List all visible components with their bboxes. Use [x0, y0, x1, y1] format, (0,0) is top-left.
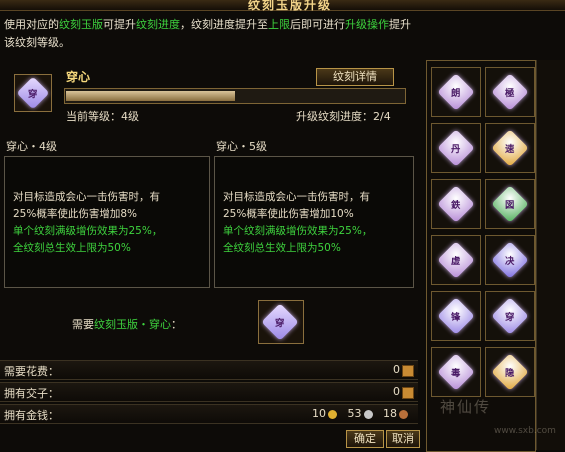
req-prefix: 需要	[72, 318, 94, 331]
level-4-header: 穿心・4级	[6, 140, 57, 153]
skill-icon-slot[interactable]: 穿	[14, 74, 52, 112]
rune-gem-icon: 鉄	[437, 185, 475, 223]
jiaozi-row: 拥有交子： 0	[0, 382, 418, 402]
req-item: 纹刻玉版・穿心	[94, 318, 171, 331]
gem-char: 穿	[28, 87, 38, 99]
gem-slot[interactable]: 决	[485, 235, 535, 285]
requirement-text: 需要纹刻玉版・穿心：	[72, 316, 182, 332]
jiaozi-icon	[402, 365, 414, 377]
gem-char: 虚	[451, 254, 461, 266]
rune-gem-icon: 丹	[437, 129, 475, 167]
instr-t7: 后即可进行	[290, 18, 345, 31]
progress-bar	[64, 88, 406, 104]
gem-slot[interactable]: 丹	[431, 123, 481, 173]
right-edge-panel	[536, 60, 565, 450]
instr-t5: ，纹刻进度提升至	[180, 18, 268, 31]
instr-t1: 使用对应的	[4, 18, 59, 31]
money-label: 拥有金钱：	[4, 409, 59, 422]
rune-gem-icon: 図	[491, 185, 529, 223]
gem-slot[interactable]: 極	[485, 67, 535, 117]
copper-coin-icon	[399, 409, 408, 419]
gem-grid-panel: 朗 極丹 速鉄 図虚 决锋 穿毒 隐	[426, 60, 536, 452]
rune-gem-icon: 锋	[437, 297, 475, 335]
copper-value: 18	[383, 407, 397, 420]
gem-slot[interactable]: 穿	[485, 291, 535, 341]
instr-t2: 纹刻玉版	[59, 18, 103, 31]
desc-line: 25%概率使此伤害增加8%	[13, 208, 137, 220]
instr-t6: 上限	[268, 18, 290, 31]
upgrade-progress: 升级纹刻进度：2/4	[296, 110, 391, 123]
silver-coin-icon	[363, 409, 373, 419]
fee-value: 0	[393, 363, 400, 376]
rune-gem-icon: 極	[491, 73, 529, 111]
desc-line: 全纹刻总生效上限为50%	[13, 242, 131, 254]
fee-row: 需要花费： 0	[0, 360, 418, 380]
watermark-url: www.sxb.com	[494, 426, 556, 436]
instr-t3: 可提升	[103, 18, 136, 31]
gem-slot[interactable]: 鉄	[431, 179, 481, 229]
rune-gem-icon: 虚	[437, 241, 475, 279]
fee-label: 需要花费：	[4, 365, 59, 378]
progress-fill	[66, 91, 235, 101]
gem-slot[interactable]: 毒	[431, 347, 481, 397]
rune-gem-icon: 隐	[491, 353, 529, 391]
gem-char: 速	[505, 142, 515, 154]
skill-name: 穿心	[66, 70, 91, 84]
level-4-description: 对目标造成会心一击伤害时，有 25%概率使此伤害增加8% 单个纹刻满级增伤效果为…	[4, 156, 210, 288]
gold-value: 10	[312, 407, 326, 420]
gem-char: 朗	[451, 86, 461, 98]
gem-char: 隐	[505, 366, 515, 378]
money-row: 拥有金钱： 10 53 18	[0, 404, 418, 424]
silver-value: 53	[347, 407, 362, 420]
desc-line: 单个纹刻满级增伤效果为25%，	[13, 225, 163, 237]
watermark-text: 神仙传	[440, 398, 492, 416]
desc-line: 对目标造成会心一击伤害时，有	[13, 191, 160, 203]
instr-t8: 升级操作	[345, 18, 389, 31]
rune-gem-icon: 决	[491, 241, 529, 279]
jiaozi-value: 0	[393, 385, 400, 398]
gold-coin-icon	[328, 409, 337, 419]
rune-gem-icon: 穿	[491, 297, 529, 335]
chuanxin-gem-icon: 穿	[16, 76, 50, 110]
window-title: 纹刻玉版升级	[247, 0, 332, 12]
req-suffix: ：	[171, 318, 182, 331]
confirm-button[interactable]: 确定	[346, 430, 384, 448]
desc-line: 单个纹刻满级增伤效果为25%，	[223, 225, 373, 237]
detail-button[interactable]: 纹刻详情	[316, 68, 394, 86]
gem-char: 穿	[505, 310, 515, 322]
level-5-description: 对目标造成会心一击伤害时，有 25%概率使此伤害增加10% 单个纹刻满级增伤效果…	[214, 156, 414, 288]
cancel-button[interactable]: 取消	[386, 430, 420, 448]
gem-char: 鉄	[451, 198, 461, 210]
level-5-header: 穿心・5级	[216, 140, 267, 153]
desc-line: 对目标造成会心一击伤害时，有	[223, 191, 370, 203]
gem-char: 穿	[275, 316, 285, 328]
current-level: 当前等级：4级	[66, 110, 139, 123]
required-item-slot[interactable]: 穿	[258, 300, 304, 344]
gem-char: 丹	[451, 142, 461, 154]
gem-slot[interactable]: 朗	[431, 67, 481, 117]
gem-char: 锋	[451, 310, 461, 322]
gem-char: 决	[505, 254, 515, 266]
instruction-text: 使用对应的纹刻玉版可提升纹刻进度，纹刻进度提升至上限后即可进行升级操作提升该纹刻…	[4, 16, 419, 56]
desc-line: 25%概率使此伤害增加10%	[223, 208, 354, 220]
gem-slot[interactable]: 速	[485, 123, 535, 173]
gem-slot[interactable]: 隐	[485, 347, 535, 397]
rune-gem-icon: 速	[491, 129, 529, 167]
gem-char: 極	[505, 86, 515, 98]
gem-char: 図	[505, 198, 515, 210]
rune-gem-icon: 朗	[437, 73, 475, 111]
gem-slot[interactable]: 虚	[431, 235, 481, 285]
instr-t4: 纹刻进度	[136, 18, 180, 31]
rune-gem-icon: 毒	[437, 353, 475, 391]
chuanxin-gem-icon: 穿	[261, 303, 299, 341]
desc-line: 全纹刻总生效上限为50%	[223, 242, 341, 254]
jiaozi-label: 拥有交子：	[4, 387, 59, 400]
gem-slot[interactable]: 図	[485, 179, 535, 229]
gem-slot[interactable]: 锋	[431, 291, 481, 341]
jiaozi-icon	[402, 387, 414, 399]
gem-char: 毒	[451, 366, 461, 378]
money-values: 10 53 18	[312, 407, 408, 420]
